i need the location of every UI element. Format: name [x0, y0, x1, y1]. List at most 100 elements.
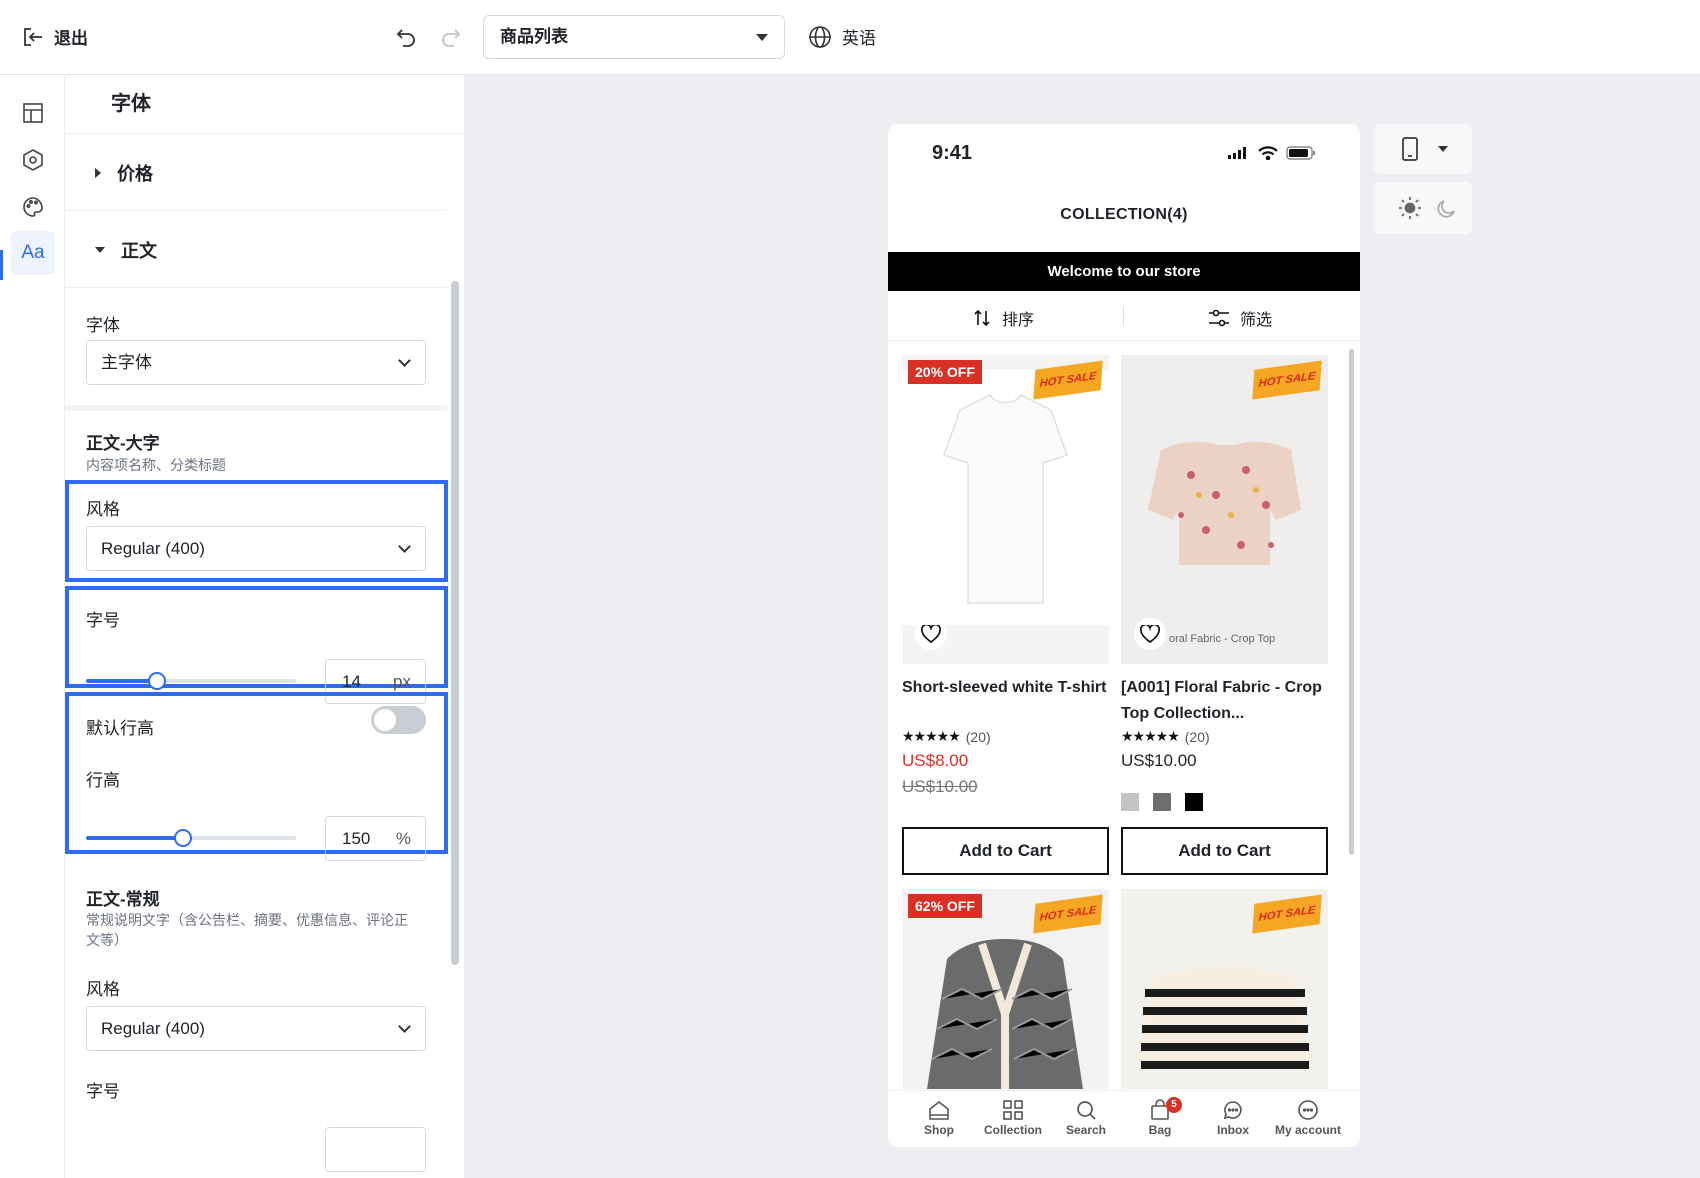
- product-image[interactable]: HOT SALE oral Fabric - Crop Top: [1121, 355, 1328, 664]
- search-icon: [1077, 1101, 1096, 1120]
- redo-icon[interactable]: [439, 25, 463, 49]
- page-select[interactable]: 商品列表: [483, 15, 785, 59]
- rating-stars: ★★★★★: [1121, 728, 1180, 744]
- tab-search[interactable]: Search: [1049, 1099, 1123, 1137]
- tab-inbox[interactable]: Inbox: [1196, 1099, 1270, 1137]
- sort-label: 排序: [1002, 312, 1035, 329]
- chevron-down-icon: [398, 1020, 411, 1033]
- color-swatch[interactable]: [1153, 793, 1171, 811]
- chevron-down-icon: [398, 540, 411, 553]
- wishlist-button[interactable]: [915, 618, 947, 650]
- tab-account-label: My account: [1274, 1123, 1341, 1137]
- divider: [1123, 307, 1124, 325]
- line-height-slider[interactable]: [86, 829, 296, 847]
- color-swatch[interactable]: [1121, 793, 1139, 811]
- exit-icon: [24, 27, 42, 46]
- add-to-cart-button[interactable]: Add to Cart: [1121, 827, 1328, 875]
- heart-icon: [921, 625, 941, 643]
- panel-title: 字体: [65, 75, 464, 134]
- line-height-input[interactable]: 150 %: [325, 816, 426, 861]
- caret-down-icon: [1438, 146, 1448, 152]
- font-size-value: 14: [342, 672, 361, 691]
- rail-settings-button[interactable]: [11, 138, 55, 182]
- bag-count-badge: 5: [1166, 1097, 1182, 1113]
- home-icon: [929, 1100, 949, 1120]
- sort-filter-bar: 排序 筛选: [888, 291, 1360, 341]
- grid-icon: [1003, 1100, 1023, 1120]
- product-image[interactable]: 62% OFF HOT SALE: [902, 889, 1109, 1089]
- font-aa-icon: Aa: [21, 242, 45, 263]
- font-family-select[interactable]: 主字体: [86, 340, 426, 385]
- body-regular-size-input[interactable]: [325, 1127, 426, 1172]
- slider-handle[interactable]: [173, 829, 192, 847]
- collection-title: COLLECTION(4): [1060, 206, 1188, 223]
- tab-shop[interactable]: Shop: [902, 1099, 976, 1137]
- language-label: 英语: [842, 29, 876, 48]
- font-family-label: 字体: [86, 316, 120, 335]
- product-image[interactable]: HOT SALE: [1121, 889, 1328, 1089]
- accordion-body[interactable]: 正文: [65, 212, 447, 288]
- font-settings-panel: 字体 价格 正文 字体 主字体 正文-大字 内容项名称、分类标题 风格 Regu…: [65, 75, 464, 1178]
- language-button[interactable]: 英语: [808, 24, 876, 49]
- image-caption: oral Fabric - Crop Top: [1169, 633, 1276, 645]
- phone-preview: 9:41 COLLECTION(4) Welcome to our store …: [888, 124, 1360, 1147]
- accordion-price-label: 价格: [117, 163, 153, 184]
- tab-search-label: Search: [1065, 1123, 1107, 1137]
- tab-collection[interactable]: Collection: [976, 1099, 1050, 1137]
- discount-badge: 62% OFF: [908, 894, 982, 918]
- body-regular-style-value: Regular (400): [101, 1019, 205, 1038]
- slider-fill: [86, 679, 158, 683]
- product-price: US$10.00: [1121, 751, 1197, 770]
- caret-right-icon: [95, 167, 101, 178]
- filter-label: 筛选: [1240, 312, 1273, 329]
- sun-icon[interactable]: [1398, 196, 1422, 220]
- product-image[interactable]: 20% OFF HOT SALE: [902, 355, 1109, 664]
- accordion-price[interactable]: 价格: [65, 135, 447, 211]
- phone-scrollbar[interactable]: [1349, 349, 1354, 855]
- mobile-device-icon: [1402, 137, 1418, 161]
- default-line-height-label: 默认行高: [86, 719, 154, 738]
- product-title[interactable]: Short-sleeved white T-shirt: [902, 675, 1109, 701]
- device-switcher[interactable]: [1374, 124, 1472, 174]
- tab-account[interactable]: My account: [1271, 1099, 1345, 1137]
- line-height-label: 行高: [86, 771, 120, 790]
- layout-icon: [23, 103, 43, 123]
- rail-theme-button[interactable]: [11, 185, 55, 229]
- undo-icon[interactable]: [394, 25, 418, 49]
- rail-font-button[interactable]: Aa: [11, 231, 55, 275]
- rail-layout-button[interactable]: [11, 91, 55, 135]
- announcement-banner: Welcome to our store: [888, 252, 1360, 291]
- wishlist-button[interactable]: [1134, 618, 1166, 650]
- color-swatch[interactable]: [1185, 793, 1203, 811]
- body-large-style-select[interactable]: Regular (400): [86, 526, 426, 571]
- review-count: (20): [965, 728, 991, 745]
- font-size-unit: px: [393, 672, 411, 691]
- sale-price: US$8.00: [902, 751, 969, 770]
- body-large-title: 正文-大字: [86, 434, 160, 453]
- tab-bag[interactable]: 5 Bag: [1123, 1097, 1197, 1137]
- product-title[interactable]: [A001] Floral Fabric - Crop Top Collecti…: [1121, 675, 1328, 727]
- panel-scrollbar[interactable]: [451, 281, 459, 965]
- body-regular-size-label: 字号: [86, 1082, 120, 1101]
- caret-down-icon: [756, 34, 768, 41]
- exit-button[interactable]: 退出: [22, 24, 88, 49]
- account-icon: [1298, 1100, 1318, 1120]
- caret-down-icon: [95, 246, 105, 253]
- color-swatches: [1121, 793, 1203, 811]
- palette-icon: [23, 197, 43, 217]
- bottom-tab-bar: Shop Collection Search 5 Bag Inbox My ac…: [888, 1090, 1360, 1147]
- body-large-desc: 内容项名称、分类标题: [86, 457, 226, 473]
- filter-button[interactable]: 筛选: [1208, 306, 1272, 330]
- tab-inbox-label: Inbox: [1217, 1123, 1249, 1137]
- add-to-cart-button[interactable]: Add to Cart: [902, 827, 1109, 875]
- sort-button[interactable]: 排序: [972, 306, 1034, 330]
- review-count: (20): [1184, 728, 1210, 745]
- moon-icon[interactable]: [1436, 197, 1458, 219]
- body-regular-style-select[interactable]: Regular (400): [86, 1006, 426, 1051]
- tab-collection-label: Collection: [983, 1123, 1042, 1137]
- top-toolbar: 退出 商品列表 英语: [0, 0, 1700, 75]
- line-height-unit: %: [395, 829, 411, 848]
- filter-icon: [1209, 309, 1229, 327]
- default-line-height-toggle[interactable]: [371, 706, 426, 734]
- font-size-slider[interactable]: [86, 672, 296, 690]
